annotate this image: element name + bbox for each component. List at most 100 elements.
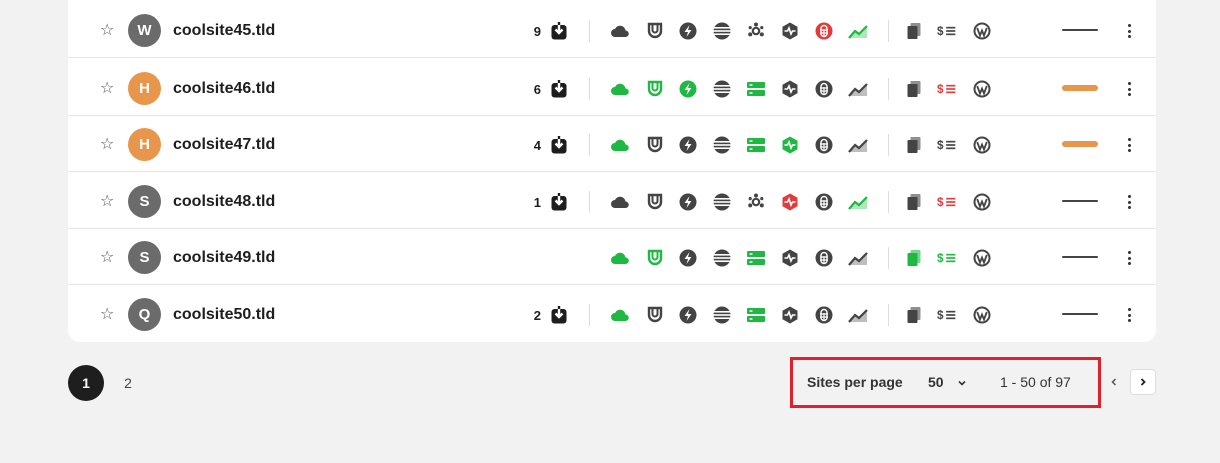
uptime-globe-icon[interactable]	[712, 249, 732, 267]
page-button-1[interactable]: 1	[68, 365, 104, 401]
performance-bolt-icon[interactable]	[678, 306, 698, 324]
more-options-icon[interactable]	[1124, 22, 1134, 40]
seo-chart-icon[interactable]	[848, 80, 868, 98]
more-options-icon[interactable]	[1124, 80, 1134, 98]
monitor-pulse-icon[interactable]	[780, 80, 800, 98]
site-name-link[interactable]: coolsite50.tld	[173, 305, 275, 325]
security-shield-icon[interactable]	[645, 249, 665, 267]
wordpress-icon[interactable]	[972, 136, 992, 154]
updates-download-icon[interactable]	[551, 80, 567, 98]
seo-chart-icon[interactable]	[848, 136, 868, 154]
vulnerability-bug-icon[interactable]	[814, 22, 834, 40]
site-name-link[interactable]: coolsite45.tld	[173, 21, 275, 41]
security-shield-icon[interactable]	[645, 306, 665, 324]
site-name-link[interactable]: coolsite48.tld	[173, 192, 275, 212]
updates-download-icon[interactable]	[551, 22, 567, 40]
monitor-pulse-icon[interactable]	[780, 136, 800, 154]
site-name-link[interactable]: coolsite46.tld	[173, 79, 275, 99]
analytics-icon[interactable]	[746, 136, 766, 154]
security-shield-icon[interactable]	[645, 136, 665, 154]
previous-page-button[interactable]	[1101, 369, 1127, 395]
reports-icon[interactable]	[904, 193, 924, 211]
monitor-pulse-icon[interactable]	[780, 306, 800, 324]
cloud-backup-icon[interactable]	[610, 22, 630, 40]
wordpress-icon[interactable]	[972, 80, 992, 98]
more-options-icon[interactable]	[1124, 136, 1134, 154]
more-options-icon[interactable]	[1124, 249, 1134, 267]
performance-bolt-icon[interactable]	[678, 80, 698, 98]
favorite-star-icon[interactable]: ☆	[100, 247, 114, 267]
site-row[interactable]: ☆ Scoolsite49.tld $	[68, 229, 1156, 285]
favorite-star-icon[interactable]: ☆	[100, 78, 114, 98]
performance-bolt-icon[interactable]	[678, 249, 698, 267]
analytics-icon[interactable]	[746, 80, 766, 98]
wordpress-icon[interactable]	[972, 249, 992, 267]
monitor-pulse-icon[interactable]	[780, 22, 800, 40]
seo-chart-icon[interactable]	[848, 193, 868, 211]
site-row[interactable]: ☆ Hcoolsite47.tld 4 $	[68, 116, 1156, 172]
seo-chart-icon[interactable]	[848, 22, 868, 40]
security-shield-icon[interactable]	[645, 80, 665, 98]
cloud-backup-icon[interactable]	[610, 306, 630, 324]
analytics-icon[interactable]	[746, 22, 766, 40]
performance-bolt-icon[interactable]	[678, 136, 698, 154]
favorite-star-icon[interactable]: ☆	[100, 20, 114, 40]
site-row[interactable]: ☆ Wcoolsite45.tld 9 $	[68, 2, 1156, 58]
uptime-globe-icon[interactable]	[712, 22, 732, 40]
security-shield-icon[interactable]	[645, 193, 665, 211]
seo-chart-icon[interactable]	[848, 249, 868, 267]
client-billing-icon[interactable]: $	[937, 80, 957, 98]
updates-download-icon[interactable]	[551, 193, 567, 211]
updates-download-icon[interactable]	[551, 136, 567, 154]
reports-icon[interactable]	[904, 136, 924, 154]
vulnerability-bug-icon[interactable]	[814, 193, 834, 211]
analytics-icon[interactable]	[746, 306, 766, 324]
analytics-icon[interactable]	[746, 249, 766, 267]
cloud-backup-icon[interactable]	[610, 193, 630, 211]
reports-icon[interactable]	[904, 22, 924, 40]
reports-icon[interactable]	[904, 306, 924, 324]
wordpress-icon[interactable]	[972, 22, 992, 40]
site-name-link[interactable]: coolsite47.tld	[173, 135, 275, 155]
updates-download-icon[interactable]	[551, 306, 567, 324]
vulnerability-bug-icon[interactable]	[814, 136, 834, 154]
performance-bolt-icon[interactable]	[678, 193, 698, 211]
analytics-icon[interactable]	[746, 193, 766, 211]
site-name-link[interactable]: coolsite49.tld	[173, 248, 275, 268]
cloud-backup-icon[interactable]	[610, 80, 630, 98]
uptime-globe-icon[interactable]	[712, 80, 732, 98]
reports-icon[interactable]	[904, 80, 924, 98]
sites-per-page-select[interactable]: 50	[928, 374, 944, 390]
favorite-star-icon[interactable]: ☆	[100, 134, 114, 154]
next-page-button[interactable]	[1130, 369, 1156, 395]
site-row[interactable]: ☆ Hcoolsite46.tld 6 $	[68, 60, 1156, 116]
favorite-star-icon[interactable]: ☆	[100, 304, 114, 324]
vulnerability-bug-icon[interactable]	[814, 249, 834, 267]
monitor-pulse-icon[interactable]	[780, 193, 800, 211]
vulnerability-bug-icon[interactable]	[814, 80, 834, 98]
site-row[interactable]: ☆ Qcoolsite50.tld 2 $	[68, 286, 1156, 342]
security-shield-icon[interactable]	[645, 22, 665, 40]
site-row[interactable]: ☆ Scoolsite48.tld 1 $	[68, 173, 1156, 229]
favorite-star-icon[interactable]: ☆	[100, 191, 114, 211]
wordpress-icon[interactable]	[972, 193, 992, 211]
client-billing-icon[interactable]: $	[937, 249, 957, 267]
vulnerability-bug-icon[interactable]	[814, 306, 834, 324]
client-billing-icon[interactable]: $	[937, 22, 957, 40]
cloud-backup-icon[interactable]	[610, 249, 630, 267]
wordpress-icon[interactable]	[972, 306, 992, 324]
seo-chart-icon[interactable]	[848, 306, 868, 324]
uptime-globe-icon[interactable]	[712, 306, 732, 324]
reports-icon[interactable]	[904, 249, 924, 267]
client-billing-icon[interactable]: $	[937, 136, 957, 154]
uptime-globe-icon[interactable]	[712, 136, 732, 154]
client-billing-icon[interactable]: $	[937, 193, 957, 211]
more-options-icon[interactable]	[1124, 306, 1134, 324]
more-options-icon[interactable]	[1124, 193, 1134, 211]
client-billing-icon[interactable]: $	[937, 306, 957, 324]
performance-bolt-icon[interactable]	[678, 22, 698, 40]
cloud-backup-icon[interactable]	[610, 136, 630, 154]
monitor-pulse-icon[interactable]	[780, 249, 800, 267]
uptime-globe-icon[interactable]	[712, 193, 732, 211]
page-button-2[interactable]: 2	[110, 365, 146, 401]
